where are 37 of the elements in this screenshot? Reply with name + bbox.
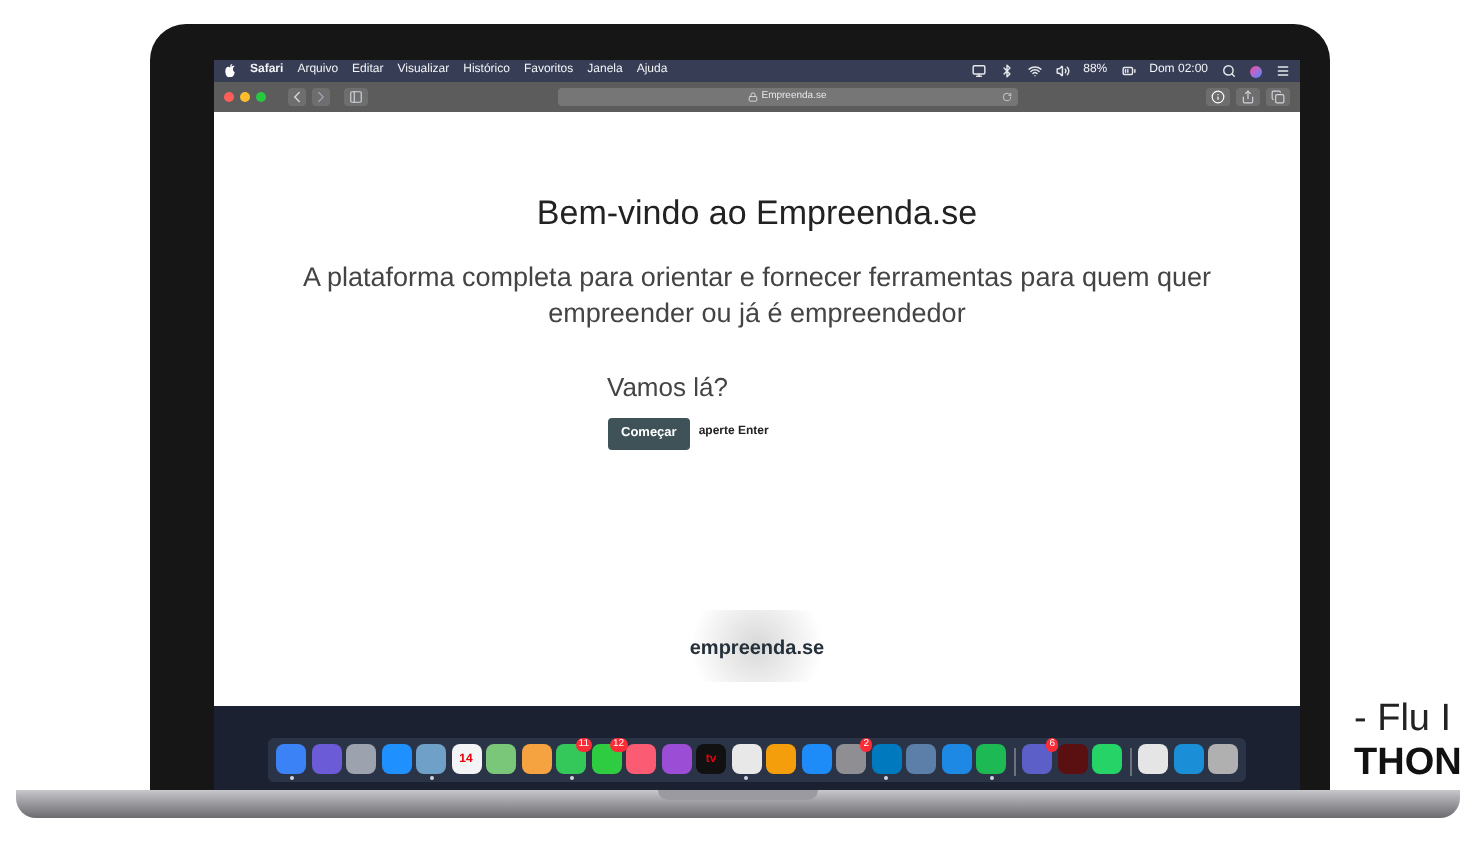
page-title: Bem-vindo ao Empreenda.se (536, 192, 978, 236)
back-icon[interactable] (288, 88, 306, 106)
app-icon[interactable] (976, 744, 1006, 774)
bluetooth-icon[interactable] (999, 64, 1014, 78)
minimize-button[interactable] (240, 92, 250, 102)
app-icon[interactable] (731, 744, 761, 774)
close-button[interactable] (224, 92, 234, 102)
app-icon[interactable] (346, 744, 376, 774)
app-icon[interactable] (486, 744, 516, 774)
apple-icon[interactable] (224, 64, 236, 78)
display-icon[interactable] (971, 64, 986, 78)
reload-icon[interactable] (1001, 92, 1011, 102)
volume-icon[interactable] (1055, 64, 1070, 78)
app-icon[interactable] (521, 744, 551, 774)
wifi-icon[interactable] (1027, 64, 1042, 78)
app-icon[interactable] (1138, 744, 1168, 774)
app-icon[interactable] (416, 744, 446, 774)
side-text: - Flu I (1354, 698, 1454, 742)
app-icon[interactable] (556, 744, 586, 774)
forward-icon[interactable] (312, 88, 330, 106)
tabs-icon[interactable] (1266, 88, 1290, 106)
siri-icon[interactable] (1250, 65, 1262, 77)
prompt-text: Vamos lá? (607, 369, 728, 405)
zoom-button[interactable] (256, 92, 266, 102)
page-subtitle: A plataforma completa para orientar e fornecer ferramentas para quem quer empreender ou já é empreendedor (301, 259, 1213, 331)
search-icon[interactable] (1222, 64, 1236, 78)
side-text: THON (1354, 742, 1462, 786)
app-icon[interactable] (1092, 744, 1122, 774)
battery-icon[interactable] (1121, 64, 1136, 78)
app-icon[interactable] (766, 744, 796, 774)
app-icon[interactable] (591, 744, 621, 774)
lock-icon (747, 92, 758, 102)
app-icon[interactable] (1208, 744, 1238, 774)
sidebar-icon[interactable] (344, 88, 368, 106)
info-icon[interactable] (1206, 88, 1230, 106)
list-icon[interactable] (1276, 64, 1290, 78)
share-icon[interactable] (1236, 88, 1260, 106)
